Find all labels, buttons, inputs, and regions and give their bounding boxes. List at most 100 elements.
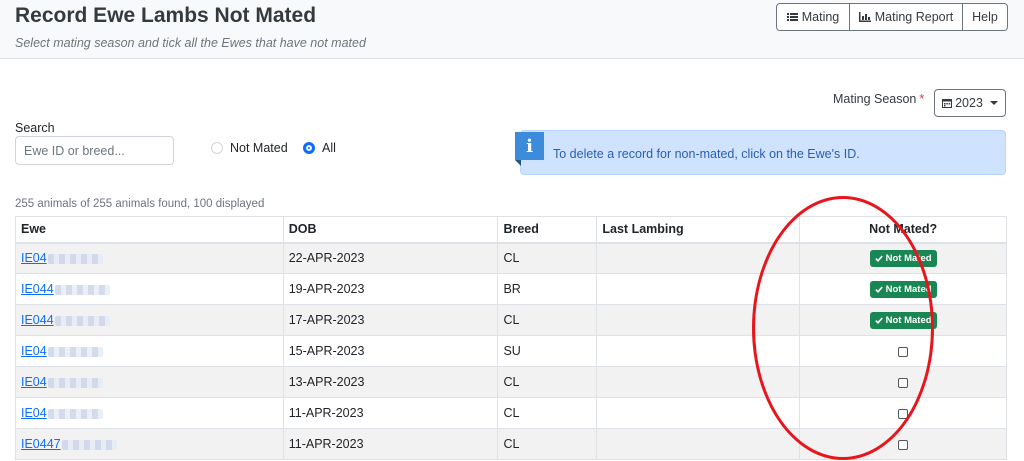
column-header-not-mated[interactable]: Not Mated? — [799, 216, 1007, 244]
cell-ewe: IE04 — [15, 335, 284, 367]
mating-season-dropdown[interactable]: 2023 — [934, 89, 1006, 117]
ewe-id-link[interactable]: IE04 — [21, 251, 103, 265]
not-mated-badge-label: Not Mated — [885, 252, 932, 264]
cell-last-lambing — [596, 335, 801, 367]
mating-season-value: 2023 — [955, 96, 983, 110]
cell-dob: 19-APR-2023 — [282, 273, 499, 305]
info-icon: i — [515, 132, 544, 166]
ewe-id-link[interactable]: IE04 — [21, 344, 103, 358]
cell-ewe: IE04 — [15, 366, 284, 398]
check-icon — [874, 316, 883, 324]
cell-not-mated — [799, 428, 1007, 460]
cell-not-mated — [799, 335, 1007, 367]
mating-button-label: Mating — [801, 10, 840, 24]
not-mated-checkbox[interactable] — [898, 439, 909, 450]
cell-last-lambing — [596, 397, 801, 429]
cell-breed: CL — [497, 428, 598, 460]
page-title: Record Ewe Lambs Not Mated — [15, 4, 317, 27]
filter-all-label: All — [322, 141, 336, 155]
blurred-id — [54, 315, 110, 326]
column-header-breed[interactable]: Breed — [497, 216, 598, 244]
blurred-id — [54, 284, 110, 295]
not-mated-checkbox[interactable] — [898, 377, 909, 388]
cell-dob: 22-APR-2023 — [282, 242, 499, 274]
table-header-row: Ewe DOB Breed Last Lambing Not Mated? — [15, 216, 1007, 244]
cell-breed: SU — [497, 335, 598, 367]
filter-not-mated-radio[interactable]: Not Mated — [211, 141, 288, 155]
not-mated-checkbox[interactable] — [898, 408, 909, 419]
cell-breed: CL — [497, 242, 598, 274]
cell-breed: CL — [497, 366, 598, 398]
cell-ewe: IE0447 — [15, 428, 284, 460]
cell-last-lambing — [596, 242, 801, 274]
table-row: IE04 22-APR-2023 CL Not Mated — [15, 242, 1007, 274]
page-header: Record Ewe Lambs Not Mated Select mating… — [0, 0, 1024, 59]
column-header-last-lambing[interactable]: Last Lambing — [596, 216, 801, 244]
not-mated-badge[interactable]: Not Mated — [869, 311, 937, 329]
mating-report-button-label: Mating Report — [874, 10, 954, 24]
table-row: IE04 13-APR-2023 CL — [15, 366, 1007, 398]
radio-checked-icon — [303, 142, 315, 154]
chevron-down-icon — [989, 101, 998, 105]
table-row: IE0447 11-APR-2023 CL — [15, 428, 1007, 460]
check-icon — [874, 255, 883, 262]
blurred-id — [61, 439, 117, 450]
blurred-id — [47, 377, 103, 388]
blurred-id — [47, 346, 103, 357]
cell-dob: 17-APR-2023 — [282, 304, 499, 336]
cell-last-lambing — [596, 428, 801, 460]
cell-breed: BR — [497, 273, 598, 305]
blurred-id — [47, 408, 103, 419]
help-button[interactable]: Help — [963, 4, 1007, 30]
ewe-id-link[interactable]: IE04 — [21, 375, 103, 389]
cell-ewe: IE04 — [15, 242, 284, 274]
cell-dob: 13-APR-2023 — [282, 366, 499, 398]
not-mated-checkbox[interactable] — [898, 346, 909, 357]
page-subtitle: Select mating season and tick all the Ew… — [15, 36, 366, 50]
search-input[interactable] — [15, 136, 174, 165]
header-button-group: Mating Mating Report Help — [776, 3, 1008, 31]
table-row: IE04 15-APR-2023 SU — [15, 335, 1007, 367]
not-mated-badge[interactable]: Not Mated — [869, 280, 937, 298]
filter-not-mated-label: Not Mated — [230, 141, 288, 155]
info-alert: i To delete a record for non-mated, clic… — [515, 130, 1006, 175]
ewe-id-link[interactable]: IE04 — [21, 406, 103, 420]
radio-unchecked-icon — [211, 142, 223, 154]
mating-report-button[interactable]: Mating Report — [850, 4, 963, 30]
not-mated-badge-label: Not Mated — [885, 314, 932, 326]
cell-dob: 11-APR-2023 — [282, 397, 499, 429]
help-button-label: Help — [972, 10, 998, 24]
cell-not-mated — [799, 366, 1007, 398]
cell-not-mated: Not Mated — [799, 304, 1007, 336]
filter-all-radio[interactable]: All — [303, 141, 336, 155]
bar-chart-icon — [858, 12, 871, 22]
ewe-id-link[interactable]: IE044 — [21, 313, 110, 327]
results-count: 255 animals of 255 animals found, 100 di… — [15, 198, 265, 210]
ewe-id-link[interactable]: IE0447 — [21, 437, 117, 451]
check-icon — [874, 285, 883, 293]
cell-dob: 11-APR-2023 — [282, 428, 499, 460]
mating-button[interactable]: Mating — [777, 4, 850, 30]
cell-last-lambing — [596, 304, 801, 336]
mating-season-label: Mating Season * — [833, 92, 924, 106]
cell-not-mated: Not Mated — [799, 273, 1007, 305]
cell-ewe: IE04 — [15, 397, 284, 429]
mating-season-label-text: Mating Season — [833, 92, 917, 106]
table-row: IE044 19-APR-2023 BR Not Mated — [15, 273, 1007, 305]
ewe-id-link[interactable]: IE044 — [21, 282, 110, 296]
calendar-icon — [942, 99, 953, 108]
column-header-ewe[interactable]: Ewe — [15, 216, 284, 244]
ewe-table: Ewe DOB Breed Last Lambing Not Mated? IE… — [15, 216, 1007, 460]
not-mated-badge[interactable]: Not Mated — [869, 249, 937, 267]
not-mated-badge-label: Not Mated — [885, 283, 932, 295]
column-header-dob[interactable]: DOB — [282, 216, 499, 244]
blurred-id — [47, 253, 103, 264]
info-alert-text: To delete a record for non-mated, click … — [553, 147, 860, 161]
table-row: IE04 11-APR-2023 CL — [15, 397, 1007, 429]
list-icon — [786, 13, 798, 21]
cell-not-mated: Not Mated — [799, 242, 1007, 274]
cell-breed: CL — [497, 397, 598, 429]
table-row: IE044 17-APR-2023 CL Not Mated — [15, 304, 1007, 336]
cell-ewe: IE044 — [15, 304, 284, 336]
cell-breed: CL — [497, 304, 598, 336]
